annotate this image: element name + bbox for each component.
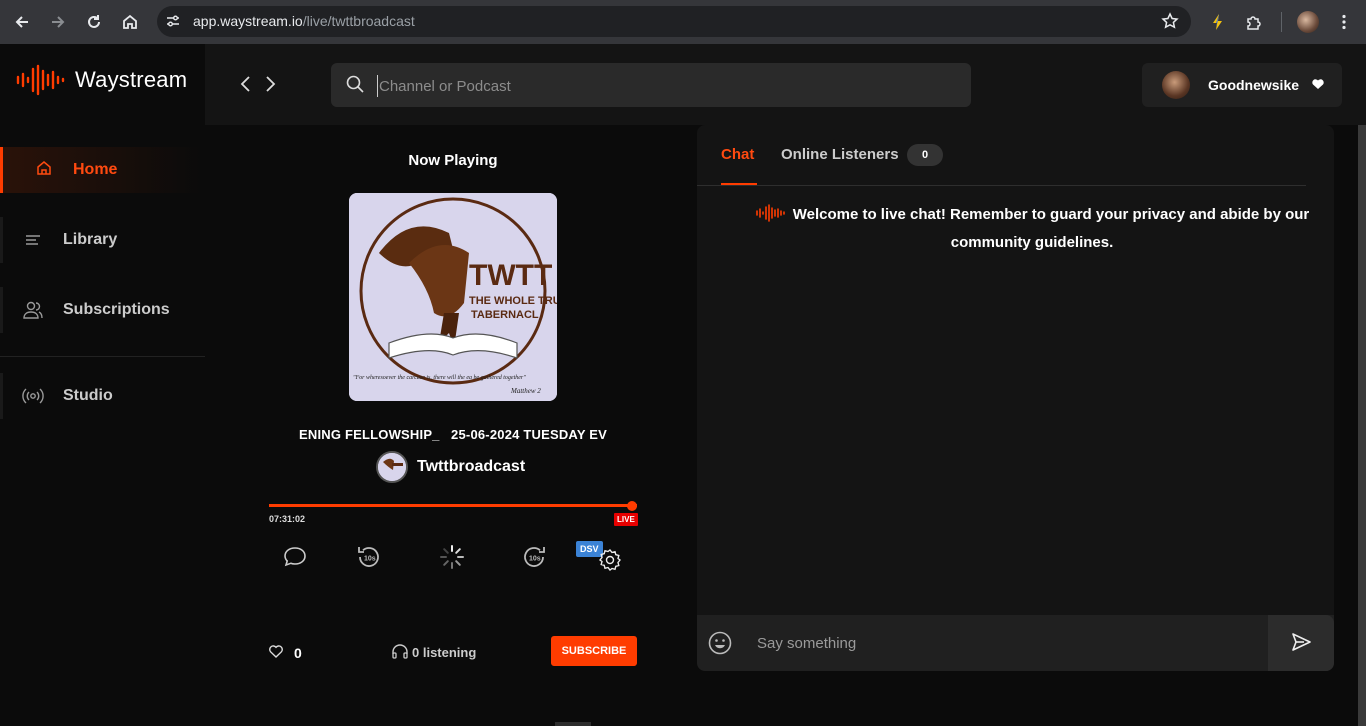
url-host: app.waystream.io — [193, 13, 303, 29]
send-button[interactable] — [1268, 615, 1334, 671]
browser-menu-icon[interactable] — [1330, 8, 1358, 36]
toolbar-separator — [1281, 12, 1282, 32]
progress-handle[interactable] — [627, 501, 637, 511]
cover-title: TWTT — [469, 259, 552, 292]
channel-avatar — [376, 451, 408, 483]
online-count-badge: 0 — [907, 144, 943, 166]
waveform-logo-icon — [16, 64, 65, 96]
subscribe-button[interactable]: SUBSCRIBE — [551, 636, 637, 666]
profile-avatar[interactable] — [1294, 8, 1322, 36]
username: Goodnewsike — [1208, 77, 1300, 93]
extension-bolt-icon[interactable] — [1204, 8, 1232, 36]
tab-online-listeners[interactable]: Online Listeners — [781, 146, 899, 163]
sidebar-item-library[interactable]: Library — [0, 217, 200, 263]
sidebar-item-label: Subscriptions — [63, 301, 170, 318]
address-bar[interactable]: app.waystream.io/live/twttbroadcast — [157, 6, 1191, 37]
extensions-puzzle-icon[interactable] — [1240, 8, 1268, 36]
rewind-10-icon[interactable]: 10s — [353, 541, 385, 573]
browser-toolbar: app.waystream.io/live/twttbroadcast — [0, 0, 1366, 44]
chat-divider — [697, 185, 1306, 186]
cover-reference: Matthew 2 — [510, 387, 541, 395]
chat-composer — [697, 615, 1334, 671]
cover-quote: "For wheresoever the carcase is, there w… — [353, 375, 526, 381]
player-panel: Now Playing TWTT THE WHOLE TRU TABERNACL… — [205, 125, 697, 726]
heart-icon[interactable] — [1310, 76, 1326, 97]
bookmark-star-icon[interactable] — [1161, 12, 1179, 35]
home-icon — [35, 159, 57, 181]
url-path: /live/twttbroadcast — [302, 13, 415, 29]
url-text[interactable]: app.waystream.io/live/twttbroadcast — [193, 13, 415, 29]
sidebar-item-home[interactable]: Home — [0, 147, 200, 193]
search-input[interactable] — [377, 75, 937, 97]
cover-subtitle2: TABERNACL — [471, 309, 539, 321]
tab-chat[interactable]: Chat — [721, 146, 754, 163]
channel-link[interactable]: Twttbroadcast — [376, 451, 525, 483]
library-icon — [22, 229, 44, 251]
sidebar-item-studio[interactable]: Studio — [0, 373, 200, 419]
listening-count: 0 listening — [412, 645, 477, 660]
sidebar-item-label: Home — [73, 161, 118, 178]
back-icon[interactable] — [8, 8, 36, 36]
sidebar-divider — [0, 356, 205, 357]
progress-bar[interactable] — [269, 504, 637, 507]
reload-icon[interactable] — [80, 8, 108, 36]
loading-spinner-icon[interactable] — [436, 541, 468, 573]
like-count: 0 — [294, 644, 302, 661]
chat-panel: Chat Online Listeners 0 Welcome to live … — [697, 125, 1334, 620]
app: Waystream Home Library Subscriptions Stu… — [0, 44, 1366, 726]
nav-edge — [0, 217, 3, 263]
sidebar: Waystream Home Library Subscriptions Stu… — [0, 44, 205, 726]
scrollbar-thumb[interactable] — [1358, 125, 1366, 726]
user-menu[interactable]: Goodnewsike — [1142, 63, 1342, 107]
chat-message-input[interactable] — [757, 631, 1257, 655]
episode-title: ENING FELLOWSHIP_ 25-06-2024 TUESDAY EV — [298, 427, 608, 442]
waveform-icon — [755, 204, 787, 230]
forward-10-icon[interactable]: 10s — [518, 541, 550, 573]
welcome-message: Welcome to live chat! Remember to guard … — [732, 202, 1332, 255]
chevron-right-icon[interactable] — [262, 74, 278, 99]
brand-name: Waystream — [75, 67, 188, 92]
history-arrows — [238, 74, 278, 99]
channel-name: Twttbroadcast — [417, 458, 526, 475]
now-playing-heading: Now Playing — [408, 152, 498, 169]
sidebar-item-label: Library — [63, 231, 118, 248]
chat-bubble-icon[interactable] — [279, 541, 311, 573]
svg-text:10s: 10s — [529, 556, 541, 563]
logo[interactable]: Waystream — [15, 64, 187, 96]
avatar — [1162, 71, 1190, 99]
chevron-left-icon[interactable] — [238, 74, 254, 99]
search-box — [331, 63, 971, 107]
send-icon — [1290, 631, 1312, 656]
bottom-handle[interactable] — [555, 722, 591, 726]
nav-edge — [0, 373, 3, 419]
sidebar-item-subscriptions[interactable]: Subscriptions — [0, 287, 200, 333]
search-icon — [345, 74, 365, 99]
sidebar-item-label: Studio — [63, 387, 113, 404]
nav-edge — [0, 287, 3, 333]
home-browser-icon[interactable] — [116, 8, 144, 36]
heart-icon — [268, 643, 284, 662]
svg-text:10s: 10s — [364, 556, 376, 563]
listeners-info: 0 listening — [391, 643, 476, 662]
welcome-text: Welcome to live chat! Remember to guard … — [792, 206, 1310, 251]
emoji-icon[interactable] — [707, 630, 733, 661]
settings-gear-icon[interactable] — [594, 544, 626, 576]
cover-subtitle1: THE WHOLE TRU — [469, 295, 557, 307]
like-control[interactable]: 0 — [268, 643, 302, 662]
headphones-icon — [391, 643, 409, 662]
users-icon — [22, 299, 44, 321]
site-info-icon[interactable] — [165, 13, 181, 34]
live-badge: LIVE — [614, 513, 638, 526]
broadcast-icon — [22, 385, 44, 407]
cover-art[interactable]: TWTT THE WHOLE TRU TABERNACL "For wheres… — [349, 193, 557, 401]
elapsed-time: 07:31:02 — [269, 514, 306, 524]
forward-icon[interactable] — [44, 8, 72, 36]
